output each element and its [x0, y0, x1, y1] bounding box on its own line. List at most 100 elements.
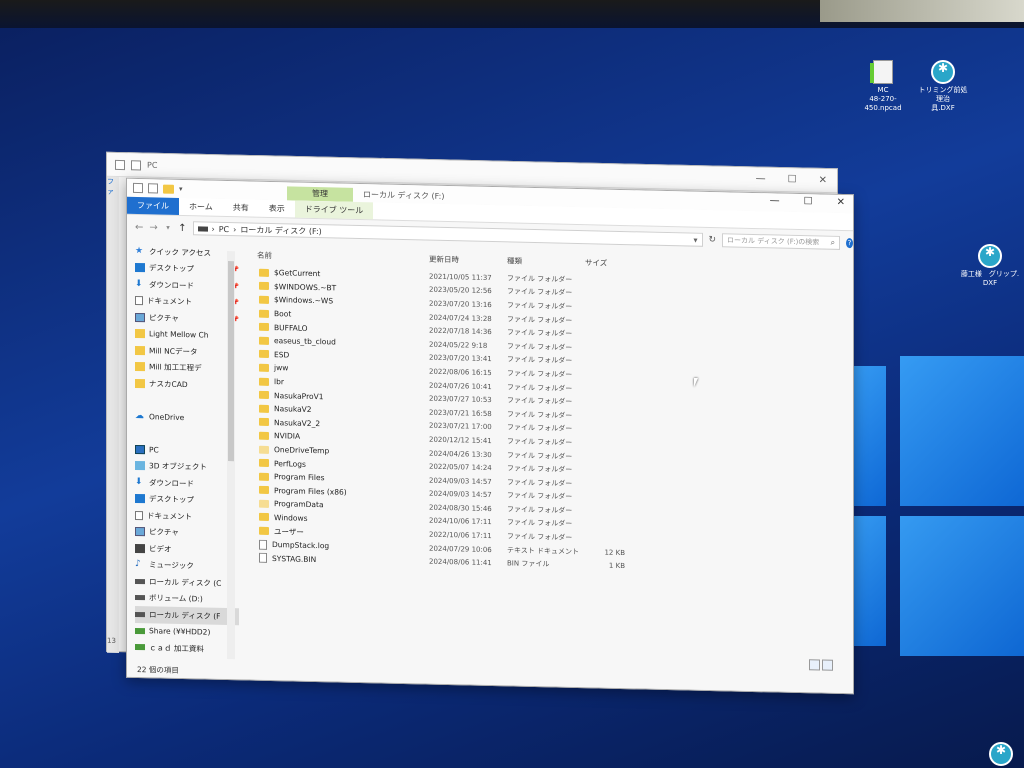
net-icon: [135, 644, 145, 651]
file-date: 2024/09/03 14:57: [429, 476, 492, 486]
file-date: 2024/05/22 9:18: [429, 340, 488, 350]
minimize-button[interactable]: —: [770, 195, 780, 206]
file-name: NasukaV2: [274, 404, 312, 415]
manage-context-tab[interactable]: 管理: [287, 186, 353, 202]
refresh-icon[interactable]: ↻: [709, 235, 717, 245]
drive-icon: [135, 578, 145, 584]
file-name: NVIDIA: [274, 431, 301, 442]
cad-dxf-icon: [931, 60, 955, 84]
details-view-icon[interactable]: [809, 659, 820, 671]
folder-icon: [259, 309, 269, 318]
folder-icon: [259, 472, 269, 481]
net-icon: [135, 627, 145, 634]
column-header-name[interactable]: 名前: [249, 249, 429, 264]
nav-item-label: OneDrive: [149, 412, 185, 422]
file-type: ファイル フォルダー: [507, 287, 573, 298]
npcad-file-icon: [870, 60, 893, 84]
desktop-icon-label: 具.DXF: [931, 104, 955, 112]
file-type: ファイル フォルダー: [507, 314, 573, 325]
file-name: easeus_tb_cloud: [274, 336, 336, 347]
view-switcher: [809, 659, 833, 671]
file-name: lbr: [274, 377, 284, 387]
file-size: [585, 416, 625, 417]
tab-view[interactable]: 表示: [259, 200, 295, 218]
nav-item-label: ボリューム (D:): [149, 593, 203, 604]
file-type: ファイル フォルダー: [507, 491, 573, 502]
desktop-icon-label: 48-270-450.npcad: [864, 95, 902, 112]
folder-icon: [259, 282, 269, 291]
mouse-cursor: [694, 378, 702, 387]
file-type: ファイル フォルダー: [507, 301, 573, 311]
breadcrumb-pc[interactable]: PC: [219, 224, 229, 233]
file-date: 2024/08/06 11:41: [429, 557, 492, 568]
desktop-icon-mc-npcad[interactable]: MC 48-270-450.npcad: [852, 60, 914, 113]
column-header-size[interactable]: サイズ: [585, 257, 645, 269]
file-name: OneDriveTemp: [274, 445, 330, 456]
properties-icon[interactable]: [148, 183, 158, 194]
navigation-scrollbar[interactable]: [227, 251, 235, 660]
file-name: ESD: [274, 349, 290, 360]
file-size: [585, 321, 625, 322]
tab-drive-tools[interactable]: ドライブ ツール: [294, 200, 374, 220]
desktop-icon-partial[interactable]: [986, 742, 1016, 768]
breadcrumb-local-disk-f[interactable]: ローカル ディスク (F:): [240, 224, 321, 237]
file-size: [585, 294, 625, 295]
file-date: 2023/07/20 13:16: [429, 299, 492, 310]
file-size: [585, 362, 625, 363]
drive-icon: [135, 611, 145, 617]
desktop-icon-trimming-dxf[interactable]: トリミング前処理治 具.DXF: [916, 60, 970, 113]
file-type: ファイル フォルダー: [507, 355, 573, 366]
minimize-button[interactable]: —: [756, 173, 766, 184]
tab-home[interactable]: ホーム: [179, 198, 223, 216]
background-window-count: 13: [107, 636, 116, 645]
search-input[interactable]: ローカル ディスク (F:)の検索 ⌕: [722, 233, 841, 250]
file-type: BIN ファイル: [507, 559, 550, 569]
close-button[interactable]: ✕: [837, 197, 845, 208]
file-type: ファイル フォルダー: [507, 328, 573, 339]
maximize-button[interactable]: ☐: [804, 196, 813, 207]
folder-icon: [259, 377, 269, 386]
close-button[interactable]: ✕: [819, 175, 827, 186]
up-arrow-icon[interactable]: ↑: [178, 222, 186, 233]
file-type: ファイル フォルダー: [507, 505, 573, 515]
maximize-button[interactable]: ☐: [788, 174, 797, 185]
tab-share[interactable]: 共有: [223, 199, 259, 217]
folder-icon: [259, 350, 269, 359]
desktop-icon-label: DXF: [982, 279, 998, 287]
column-header-date[interactable]: 更新日時: [429, 253, 507, 266]
file-type: ファイル フォルダー: [507, 532, 573, 542]
file-name-cell: SYSTAG.BIN: [249, 553, 429, 567]
address-dropdown-icon[interactable]: ▾: [693, 235, 701, 244]
file-explorer-window[interactable]: ▾ 管理 ローカル ディスク (F:) — ☐ ✕ ファイル ホーム 共有 表示…: [126, 177, 854, 695]
desktop-icon-label: MC: [877, 86, 889, 94]
room-background: [820, 0, 1024, 22]
file-name: PerfLogs: [274, 458, 306, 469]
cube-icon: [135, 461, 145, 471]
back-arrow-icon[interactable]: ←: [135, 221, 143, 232]
file-name: Program Files (x86): [274, 485, 347, 497]
file-size: 12 KB: [604, 548, 625, 557]
drive-icon: [135, 595, 145, 601]
file-name: NasukaV2_2: [274, 417, 321, 428]
folder-icon: [135, 329, 145, 339]
large-icons-view-icon[interactable]: [822, 659, 833, 671]
tab-file[interactable]: ファイル: [127, 196, 179, 215]
recent-dropdown-icon[interactable]: ▾: [164, 224, 172, 232]
nav-item-label: Light Mellow Ch: [149, 329, 209, 340]
file-size: [585, 538, 625, 539]
file-type: ファイル フォルダー: [507, 464, 573, 474]
help-icon[interactable]: ?: [846, 238, 853, 249]
search-placeholder: ローカル ディスク (F:)の検索: [727, 236, 820, 247]
file-name: ユーザー: [274, 526, 304, 537]
column-header-type[interactable]: 種類: [507, 255, 585, 268]
desktop-icon-grip-dxf[interactable]: 藤工様 グリップ. DXF: [958, 244, 1022, 288]
file-icon: [259, 553, 267, 564]
forward-arrow-icon[interactable]: →: [149, 222, 157, 233]
quick-access-dropdown-icon[interactable]: ▾: [179, 185, 183, 193]
desk-icon: [135, 263, 145, 273]
scrollbar-thumb[interactable]: [228, 261, 234, 462]
nav-item-label: クイック アクセス: [149, 247, 212, 258]
desk-icon: [135, 494, 145, 504]
new-folder-icon[interactable]: [163, 184, 174, 194]
nav-item-label: ナスカCAD: [149, 379, 188, 389]
